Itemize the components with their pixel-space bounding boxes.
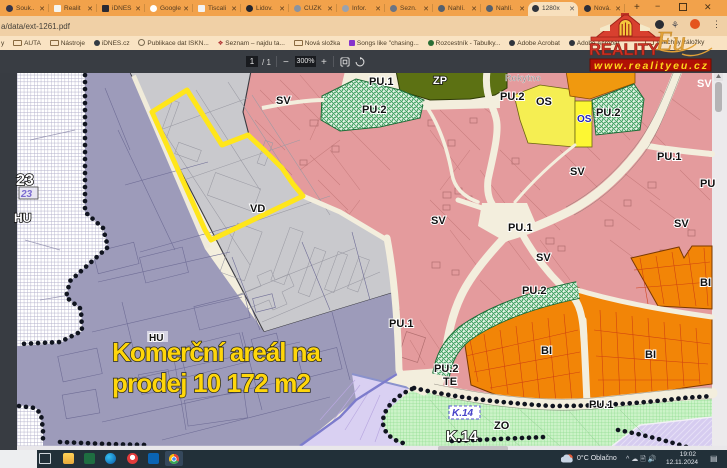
svg-text:SV: SV xyxy=(431,215,446,227)
svg-text:REALITY: REALITY xyxy=(589,41,659,59)
svg-text:VD: VD xyxy=(250,203,265,215)
svg-text:Komerční areál na: Komerční areál na xyxy=(112,337,322,367)
svg-text:PU.2: PU.2 xyxy=(596,107,620,119)
svg-text:SV: SV xyxy=(674,218,689,230)
svg-text:K.14: K.14 xyxy=(452,408,474,419)
svg-text:BI: BI xyxy=(700,277,711,289)
svg-text:SV: SV xyxy=(697,78,712,90)
svg-text:HU: HU xyxy=(14,211,31,225)
svg-text:ZP: ZP xyxy=(433,75,447,87)
svg-text:K.14: K.14 xyxy=(446,428,478,445)
svg-text:Rokytno: Rokytno xyxy=(505,73,542,83)
svg-text:SV: SV xyxy=(570,166,585,178)
svg-text:PU.2: PU.2 xyxy=(500,91,524,103)
svg-text:PU.1: PU.1 xyxy=(508,222,532,234)
svg-text:www.realityeu.cz: www.realityeu.cz xyxy=(594,60,708,72)
svg-text:PU: PU xyxy=(700,178,715,190)
svg-text:OS: OS xyxy=(536,96,552,108)
svg-text:PU.2: PU.2 xyxy=(434,363,458,375)
svg-text:PU.1: PU.1 xyxy=(369,76,393,88)
svg-text:PU.1: PU.1 xyxy=(657,151,681,163)
svg-text:23: 23 xyxy=(16,172,34,189)
svg-text:prodej 10 172 m2: prodej 10 172 m2 xyxy=(112,368,311,398)
svg-text:BI: BI xyxy=(541,345,552,357)
svg-text:PU.1: PU.1 xyxy=(389,318,413,330)
svg-text:PU.2: PU.2 xyxy=(522,285,546,297)
svg-text:ZO: ZO xyxy=(494,420,510,432)
svg-text:TE: TE xyxy=(443,376,457,388)
svg-text:23: 23 xyxy=(20,189,33,200)
svg-text:OS: OS xyxy=(577,114,592,125)
svg-text:SV: SV xyxy=(536,252,551,264)
svg-text:PU.1: PU.1 xyxy=(589,399,613,411)
svg-text:PU.2: PU.2 xyxy=(362,104,386,116)
svg-text:SV: SV xyxy=(276,95,291,107)
svg-text:BI: BI xyxy=(645,349,656,361)
